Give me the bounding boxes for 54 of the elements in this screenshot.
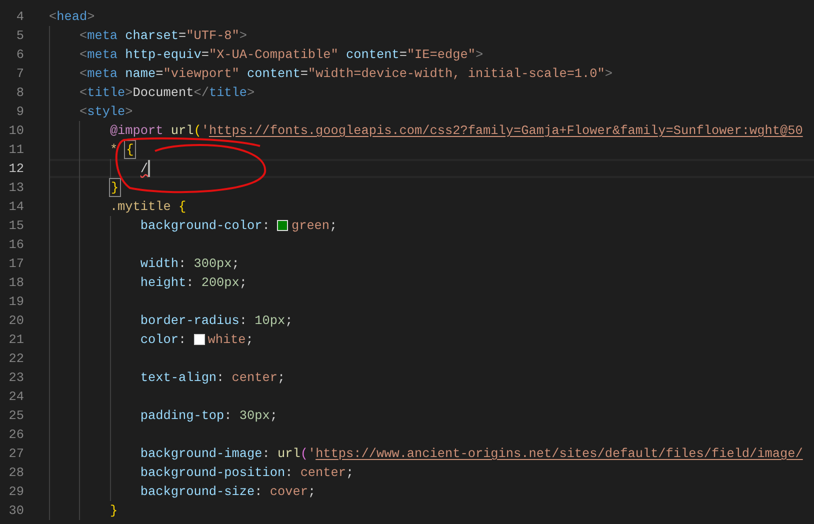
line-number: 17 [8,254,24,273]
code-text: .mytitle { [110,198,186,216]
line-number: 9 [15,102,24,121]
line-number: 8 [15,84,24,102]
code-text: green; [291,216,338,235]
code-text: } [110,502,118,520]
code-text: <meta http-equiv="X-UA-Compatible" content="IE=edge"> [79,46,484,64]
code-text: <meta name="viewport" content="width=device-width, initial-scale=1.0"> [79,64,613,83]
line-number: 7 [15,64,24,83]
line-number: 23 [8,368,24,387]
code-text: text-align: center; [140,368,286,387]
line-number: 26 [8,426,24,444]
line-number: 13 [8,178,24,197]
line-number: 4 [15,8,24,26]
line-number: 5 [15,26,24,45]
line-number: 15 [8,216,24,235]
line-number: 24 [8,388,24,406]
line-number: 12 [8,160,24,178]
code-text: color: [140,330,188,349]
line-number: 20 [8,312,24,330]
code-text: @import url('https://fonts.googleapis.com/css2?family=Gamja+Flower&family=Sunflower:wght@50 [110,122,803,140]
line-number: 27 [8,444,24,463]
line-number: 6 [15,46,24,64]
line-number: 25 [8,406,24,425]
code-text: background-size: cover; [140,482,316,501]
code-text: width: 300px; [140,254,240,273]
line-number: 21 [8,330,24,349]
code-text: background-image: url('https://www.ancient-origins.net/sites/default/files/field/image/ [140,444,803,463]
line-number: 30 [8,502,24,520]
code-text: <title>Document</title> [79,84,255,102]
line-number: 10 [8,122,24,140]
line-number: 22 [8,350,24,368]
code-text: border-radius: 10px; [140,312,293,330]
code-text: background-position: center; [140,464,354,482]
line-number: 19 [8,292,24,311]
line-number: 11 [8,140,24,159]
color-swatch-icon[interactable] [194,334,205,345]
code-text: <style> [79,102,133,121]
code-text: * { [110,140,135,159]
line-number: 14 [8,198,24,216]
code-text: height: 200px; [140,274,248,292]
line-number: 29 [8,482,24,501]
text-cursor [148,160,150,177]
code-text: <head> [49,8,95,26]
line-number: 28 [8,464,24,482]
line-number: 18 [8,274,24,292]
code-text: background-color: [140,216,271,235]
line-number: 16 [8,236,24,254]
color-swatch-icon[interactable] [277,220,288,231]
code-text: padding-top: 30px; [140,406,278,425]
code-text: <meta charset="UTF-8"> [79,26,248,45]
code-text: } [110,178,120,197]
code-text: / [140,160,148,178]
code-text: white; [208,330,254,349]
